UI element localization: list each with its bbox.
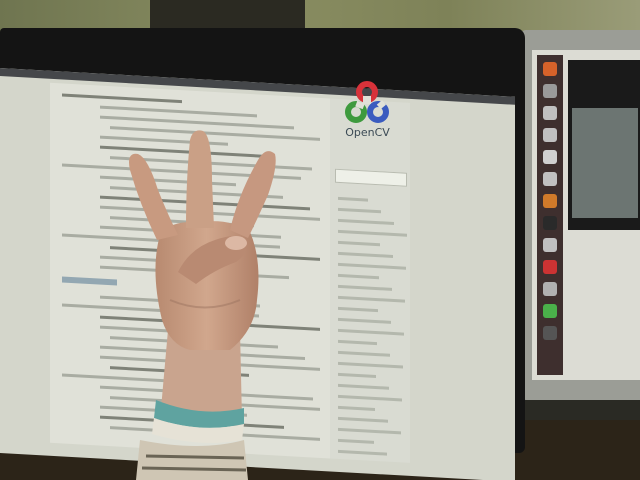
index-finger bbox=[129, 153, 178, 240]
thumbnail bbox=[225, 236, 247, 250]
middle-finger bbox=[186, 130, 214, 228]
photo-scene: OpenCV bbox=[0, 0, 640, 480]
hand bbox=[129, 130, 276, 480]
sleeve bbox=[136, 440, 248, 480]
ring-finger bbox=[230, 151, 276, 238]
